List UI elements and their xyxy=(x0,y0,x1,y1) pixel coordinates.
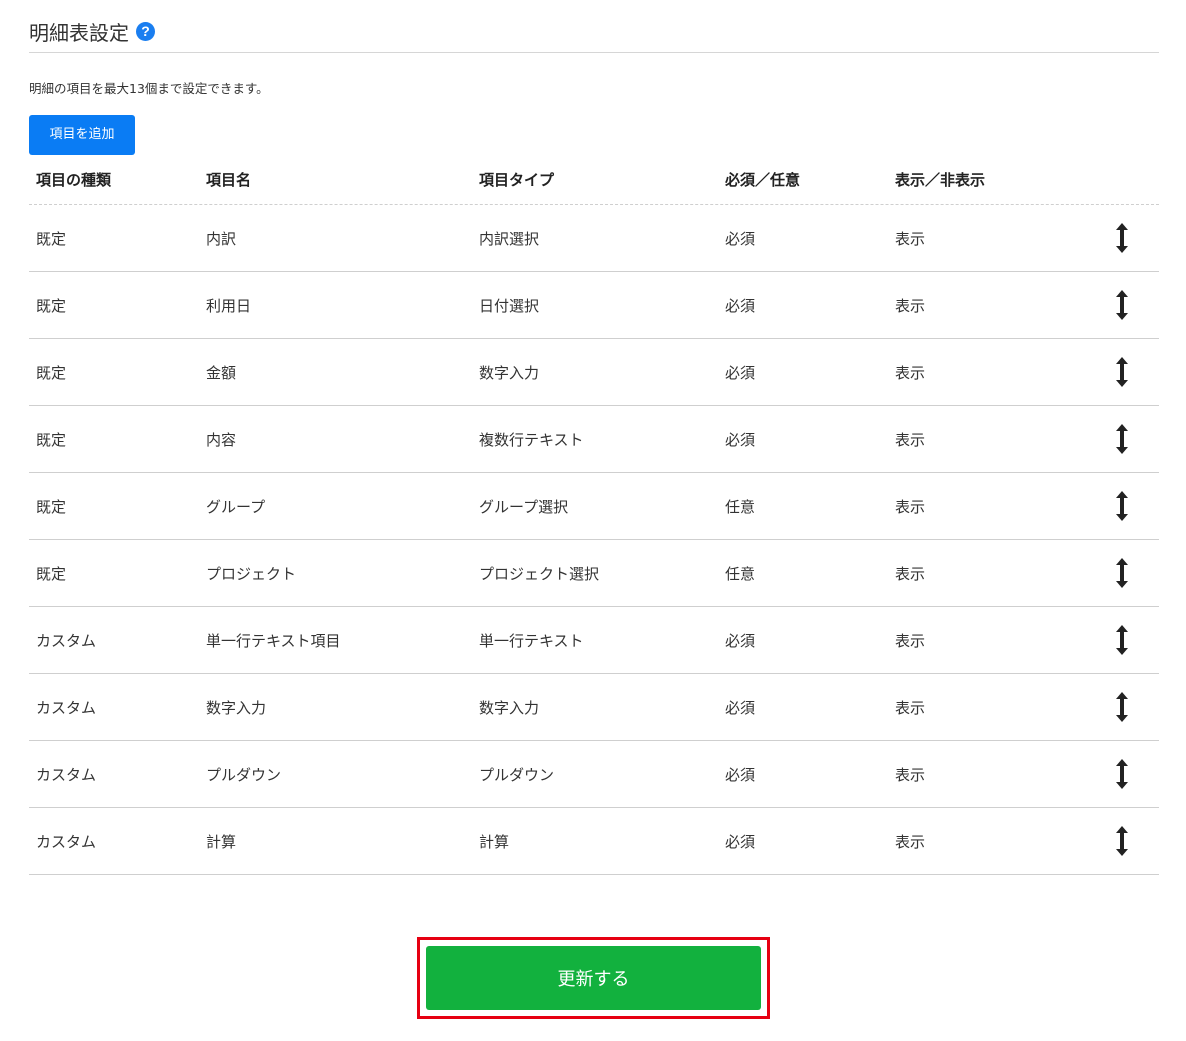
cell-type: 単一行テキスト xyxy=(479,631,584,650)
table-row[interactable]: カスタム 数字入力 数字入力 必須 表示 xyxy=(29,674,1159,741)
cell-required: 任意 xyxy=(725,497,756,516)
cell-name: 単一行テキスト項目 xyxy=(206,631,341,650)
drag-handle-icon[interactable] xyxy=(1114,691,1130,723)
cell-required: 必須 xyxy=(725,765,756,784)
page-title: 明細表設定 xyxy=(29,20,129,45)
cell-type: プルダウン xyxy=(479,765,555,784)
column-header-kind: 項目の種類 xyxy=(36,171,112,189)
description-text: 明細の項目を最大13個まで設定できます。 xyxy=(29,81,269,96)
cell-required: 任意 xyxy=(725,564,756,583)
cell-display: 表示 xyxy=(895,832,926,851)
cell-kind: 既定 xyxy=(36,564,67,583)
cell-display: 表示 xyxy=(895,765,926,784)
cell-type: プロジェクト選択 xyxy=(479,564,600,583)
cell-display: 表示 xyxy=(895,564,926,583)
update-button[interactable]: 更新する xyxy=(426,946,761,1010)
cell-kind: 既定 xyxy=(36,229,67,248)
table-row[interactable]: 既定 利用日 日付選択 必須 表示 xyxy=(29,272,1159,339)
cell-display: 表示 xyxy=(895,296,926,315)
cell-display: 表示 xyxy=(895,497,926,516)
cell-name: 利用日 xyxy=(206,296,252,315)
cell-kind: カスタム xyxy=(36,631,97,650)
column-header-display: 表示／非表示 xyxy=(895,171,986,189)
update-button-highlight: 更新する xyxy=(417,937,770,1019)
cell-required: 必須 xyxy=(725,631,756,650)
table-row[interactable]: 既定 内容 複数行テキスト 必須 表示 xyxy=(29,406,1159,473)
drag-handle-icon[interactable] xyxy=(1114,423,1130,455)
drag-handle-icon[interactable] xyxy=(1114,624,1130,656)
cell-kind: 既定 xyxy=(36,430,67,449)
cell-name: 計算 xyxy=(206,832,237,851)
cell-display: 表示 xyxy=(895,698,926,717)
cell-type: 数字入力 xyxy=(479,698,540,717)
cell-type: 日付選択 xyxy=(479,296,540,315)
cell-type: 数字入力 xyxy=(479,363,540,382)
drag-handle-icon[interactable] xyxy=(1114,557,1130,589)
add-item-button[interactable]: 項目を追加 xyxy=(29,115,135,155)
column-header-name: 項目名 xyxy=(206,171,252,189)
drag-handle-icon[interactable] xyxy=(1114,289,1130,321)
table-body: 既定 内訳 内訳選択 必須 表示 既定 利用日 日付選択 必須 表示 既定 金額 数字入力 必須 表示 既定内… xyxy=(29,205,1159,875)
cell-required: 必須 xyxy=(725,832,756,851)
cell-display: 表示 xyxy=(895,430,926,449)
table-header: 項目の種類 項目名 項目タイプ 必須／任意 表示／非表示 xyxy=(29,155,1159,205)
drag-handle-icon[interactable] xyxy=(1114,490,1130,522)
detail-items-table: 項目の種類 項目名 項目タイプ 必須／任意 表示／非表示 既定 内訳 内訳選択 必須表… xyxy=(29,155,1159,875)
table-row[interactable]: カスタム プルダウン プルダウン 必須 表示 xyxy=(29,741,1159,808)
table-row[interactable]: 既定 グループ グループ選択 任意 表示 xyxy=(29,473,1159,540)
table-row[interactable]: 既定 金額 数字入力 必須 表示 xyxy=(29,339,1159,406)
cell-display: 表示 xyxy=(895,631,926,650)
cell-required: 必須 xyxy=(725,229,756,248)
cell-kind: 既定 xyxy=(36,497,67,516)
page-header: 明細表設定 ? xyxy=(29,10,1159,53)
cell-name: プルダウン xyxy=(206,765,282,784)
cell-kind: 既定 xyxy=(36,363,67,382)
drag-handle-icon[interactable] xyxy=(1114,222,1130,254)
cell-type: 内訳選択 xyxy=(479,229,540,248)
cell-display: 表示 xyxy=(895,363,926,382)
cell-name: 内訳 xyxy=(206,229,237,248)
cell-required: 必須 xyxy=(725,296,756,315)
table-row[interactable]: 既定 内訳 内訳選択 必須 表示 xyxy=(29,205,1159,272)
cell-kind: カスタム xyxy=(36,765,97,784)
cell-kind: カスタム xyxy=(36,698,97,717)
column-header-required: 必須／任意 xyxy=(725,171,801,189)
cell-required: 必須 xyxy=(725,698,756,717)
cell-required: 必須 xyxy=(725,430,756,449)
cell-type: 計算 xyxy=(479,832,510,851)
column-header-type: 項目タイプ xyxy=(479,171,555,189)
cell-kind: カスタム xyxy=(36,832,97,851)
cell-name: 数字入力 xyxy=(206,698,267,717)
cell-name: プロジェクト xyxy=(206,564,297,583)
drag-handle-icon[interactable] xyxy=(1114,356,1130,388)
drag-handle-icon[interactable] xyxy=(1114,758,1130,790)
cell-type: グループ選択 xyxy=(479,497,569,516)
cell-display: 表示 xyxy=(895,229,926,248)
table-row[interactable]: 既定 プロジェクト プロジェクト選択 任意 表示 xyxy=(29,540,1159,607)
table-row[interactable]: カスタム 単一行テキスト項目 単一行テキスト 必須 表示 xyxy=(29,607,1159,674)
table-row[interactable]: カスタム 計算 計算 必須 表示 xyxy=(29,808,1159,875)
cell-required: 必須 xyxy=(725,363,756,382)
cell-kind: 既定 xyxy=(36,296,67,315)
cell-name: 金額 xyxy=(206,363,237,382)
help-icon[interactable]: ? xyxy=(136,21,155,41)
drag-handle-icon[interactable] xyxy=(1114,825,1130,857)
cell-type: 複数行テキスト xyxy=(479,430,584,449)
cell-name: 内容 xyxy=(206,430,237,449)
cell-name: グループ xyxy=(206,497,266,516)
